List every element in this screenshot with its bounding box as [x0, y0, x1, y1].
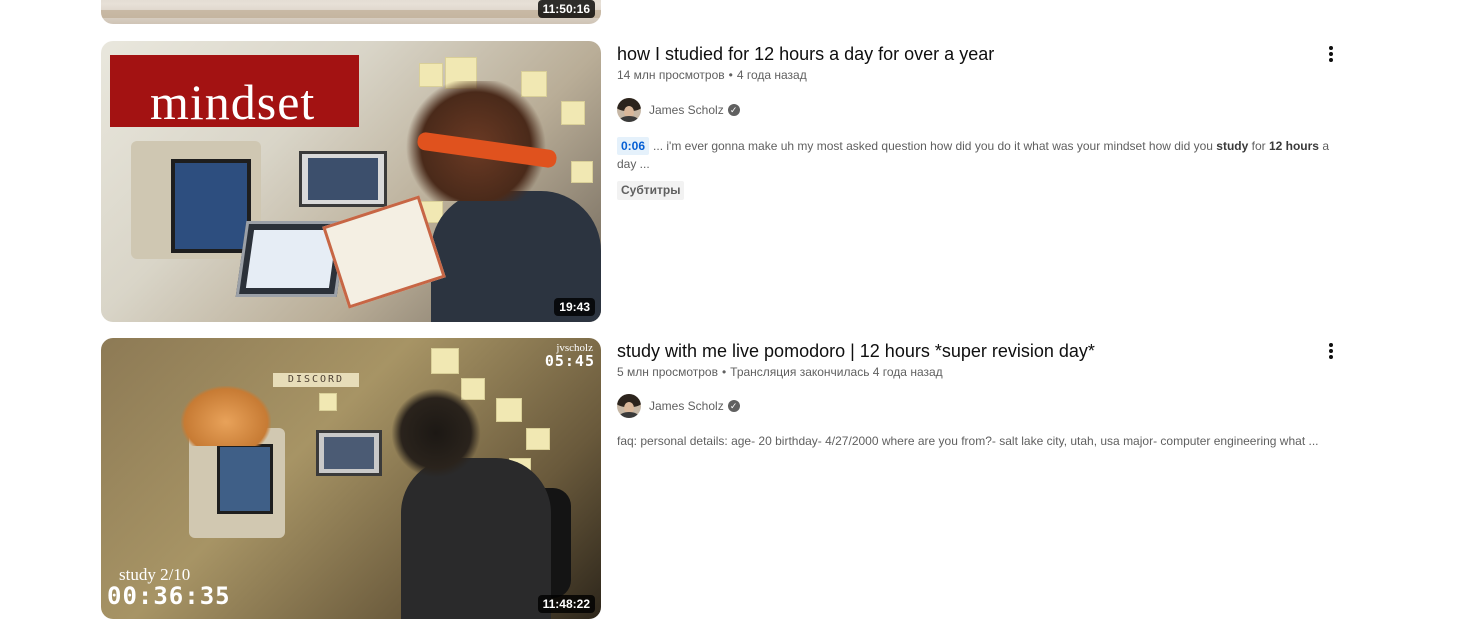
webcam-monitor: [316, 430, 382, 476]
video-result-2: DISCORD jvscholz 05:45 study 2/10 00:36:…: [101, 338, 1351, 619]
sticky-note: [431, 348, 459, 374]
person-body: [401, 458, 551, 619]
crt-monitor: [131, 141, 261, 259]
transcript-snippet: 0:06... i'm ever gonna make uh my most a…: [617, 137, 1331, 173]
timestamp-chip[interactable]: 0:06: [617, 137, 650, 155]
sticky-note: [496, 398, 522, 422]
verified-check-icon: ✓: [727, 400, 740, 412]
video-duration: 11:50:16: [537, 0, 595, 18]
snippet-text: for: [1248, 139, 1269, 153]
separator-dot: •: [728, 68, 733, 82]
snippet-text: ... i'm ever gonna make uh my most asked…: [653, 139, 1217, 153]
sticky-note: [571, 161, 593, 183]
thumbnail-banner: mindset: [110, 55, 359, 130]
sticky-note: [319, 393, 337, 411]
thumbnail-clock: 05:45: [544, 352, 595, 370]
sticky-note: [561, 101, 585, 125]
view-count: 5 млн просмотров: [617, 365, 718, 379]
channel-link[interactable]: James Scholz ✓: [617, 98, 740, 122]
thumbnail-desk-edge: [101, 10, 601, 18]
verified-check-icon: ✓: [727, 104, 740, 116]
separator-dot: •: [721, 365, 727, 379]
thumbnail-banner-text: mindset: [150, 74, 316, 130]
previous-video-thumbnail[interactable]: 11:50:16: [101, 0, 601, 24]
upload-age: 4 года назад: [736, 68, 807, 82]
video-thumbnail[interactable]: mindset 19:43: [101, 41, 601, 322]
upload-age: Трансляция закончилась 4 года назад: [730, 365, 943, 379]
more-vert-icon[interactable]: [1316, 39, 1346, 69]
channel-link[interactable]: James Scholz ✓: [617, 394, 740, 418]
thumbnail-timer: 00:36:35: [107, 582, 231, 610]
wall-sign: DISCORD: [273, 373, 359, 387]
subtitles-badge: Субтитры: [617, 181, 685, 200]
channel-name[interactable]: James Scholz: [649, 399, 724, 413]
snippet-highlight: study: [1216, 139, 1249, 153]
avatar[interactable]: [617, 394, 641, 418]
person-hair: [391, 388, 481, 478]
avatar[interactable]: [617, 98, 641, 122]
video-description: faq: personal details: age- 20 birthday-…: [617, 434, 1319, 448]
video-metadata: 14 млн просмотров • 4 года назад: [617, 68, 807, 82]
channel-name[interactable]: James Scholz: [649, 103, 724, 117]
more-vert-icon[interactable]: [1316, 336, 1346, 366]
video-metadata: 5 млн просмотров • Трансляция закончилась …: [617, 365, 943, 379]
video-result-1: mindset 19:43 how I studied for 12 hours…: [101, 41, 1351, 322]
video-title[interactable]: study with me live pomodoro | 12 hours *…: [617, 339, 1095, 363]
snippet-highlight: 12 hours: [1268, 139, 1319, 153]
cat: [181, 386, 271, 446]
video-thumbnail[interactable]: DISCORD jvscholz 05:45 study 2/10 00:36:…: [101, 338, 601, 619]
view-count: 14 млн просмотров: [617, 68, 725, 82]
video-duration: 19:43: [554, 298, 595, 316]
video-duration: 11:48:22: [537, 595, 595, 613]
video-title[interactable]: how I studied for 12 hours a day for ove…: [617, 42, 994, 66]
sticky-note: [526, 428, 550, 450]
webcam-monitor: [299, 151, 387, 207]
